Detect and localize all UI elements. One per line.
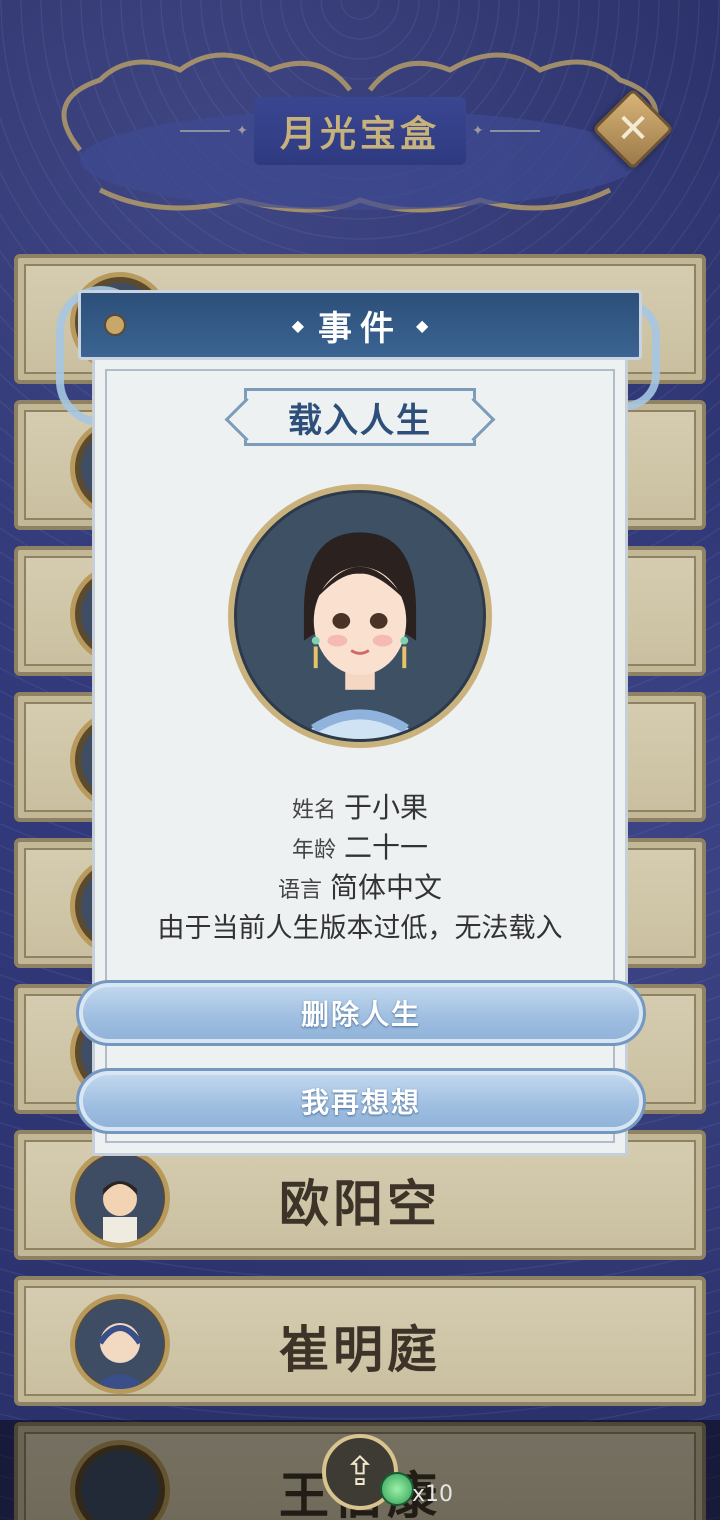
card-name: 欧阳空 <box>279 1174 441 1233</box>
language-label: 语言 <box>277 878 322 903</box>
title-bar: ✦ 月光宝盒 ✦ <box>180 96 541 166</box>
coin-count: x10 <box>412 1482 454 1507</box>
dialog-header: ◆ 事件 ◆ <box>78 290 642 360</box>
character-portrait-frame <box>228 484 492 748</box>
warning-text: 由于当前人生版本过低，无法载入 <box>157 913 563 944</box>
close-icon[interactable]: ✕ <box>604 100 662 158</box>
jade-coin-icon <box>380 1472 414 1506</box>
dialog-title: 事件 <box>318 308 402 349</box>
name-row: 姓名 于小果 <box>92 786 628 826</box>
section-tag: 载入人生 <box>244 388 476 446</box>
title-line-left <box>180 130 231 132</box>
delete-life-label: 删除人生 <box>300 998 421 1031</box>
share-icon: ⇪ <box>343 1449 377 1495</box>
reconsider-label: 我再想想 <box>300 1086 421 1119</box>
language-row: 语言 简体中文 <box>92 866 628 906</box>
pin-icon <box>104 314 126 336</box>
diamond-icon: ◆ <box>416 315 429 335</box>
name-value: 于小果 <box>344 791 429 824</box>
character-portrait <box>234 490 486 742</box>
title-line-right <box>489 130 541 132</box>
age-value: 二十一 <box>344 831 429 864</box>
star-icon: ✦ <box>236 123 248 139</box>
tag-label: 载入人生 <box>288 400 432 441</box>
age-label: 年龄 <box>291 838 336 863</box>
life-card[interactable]: 崔明庭 <box>14 1276 706 1406</box>
card-name: 崔明庭 <box>279 1320 441 1379</box>
age-row: 年龄 二十一 <box>92 826 628 866</box>
star-icon: ✦ <box>472 123 484 139</box>
reconsider-button[interactable]: 我再想想 <box>76 1068 646 1134</box>
girl-portrait <box>237 493 483 739</box>
page-title: 月光宝盒 <box>280 113 441 155</box>
header: ✦ 月光宝盒 ✦ ✕ <box>0 0 720 240</box>
name-label: 姓名 <box>291 798 336 823</box>
title-box: 月光宝盒 <box>254 97 467 165</box>
language-value: 简体中文 <box>330 871 443 904</box>
delete-life-button[interactable]: 删除人生 <box>76 980 646 1046</box>
diamond-icon: ◆ <box>291 315 304 335</box>
